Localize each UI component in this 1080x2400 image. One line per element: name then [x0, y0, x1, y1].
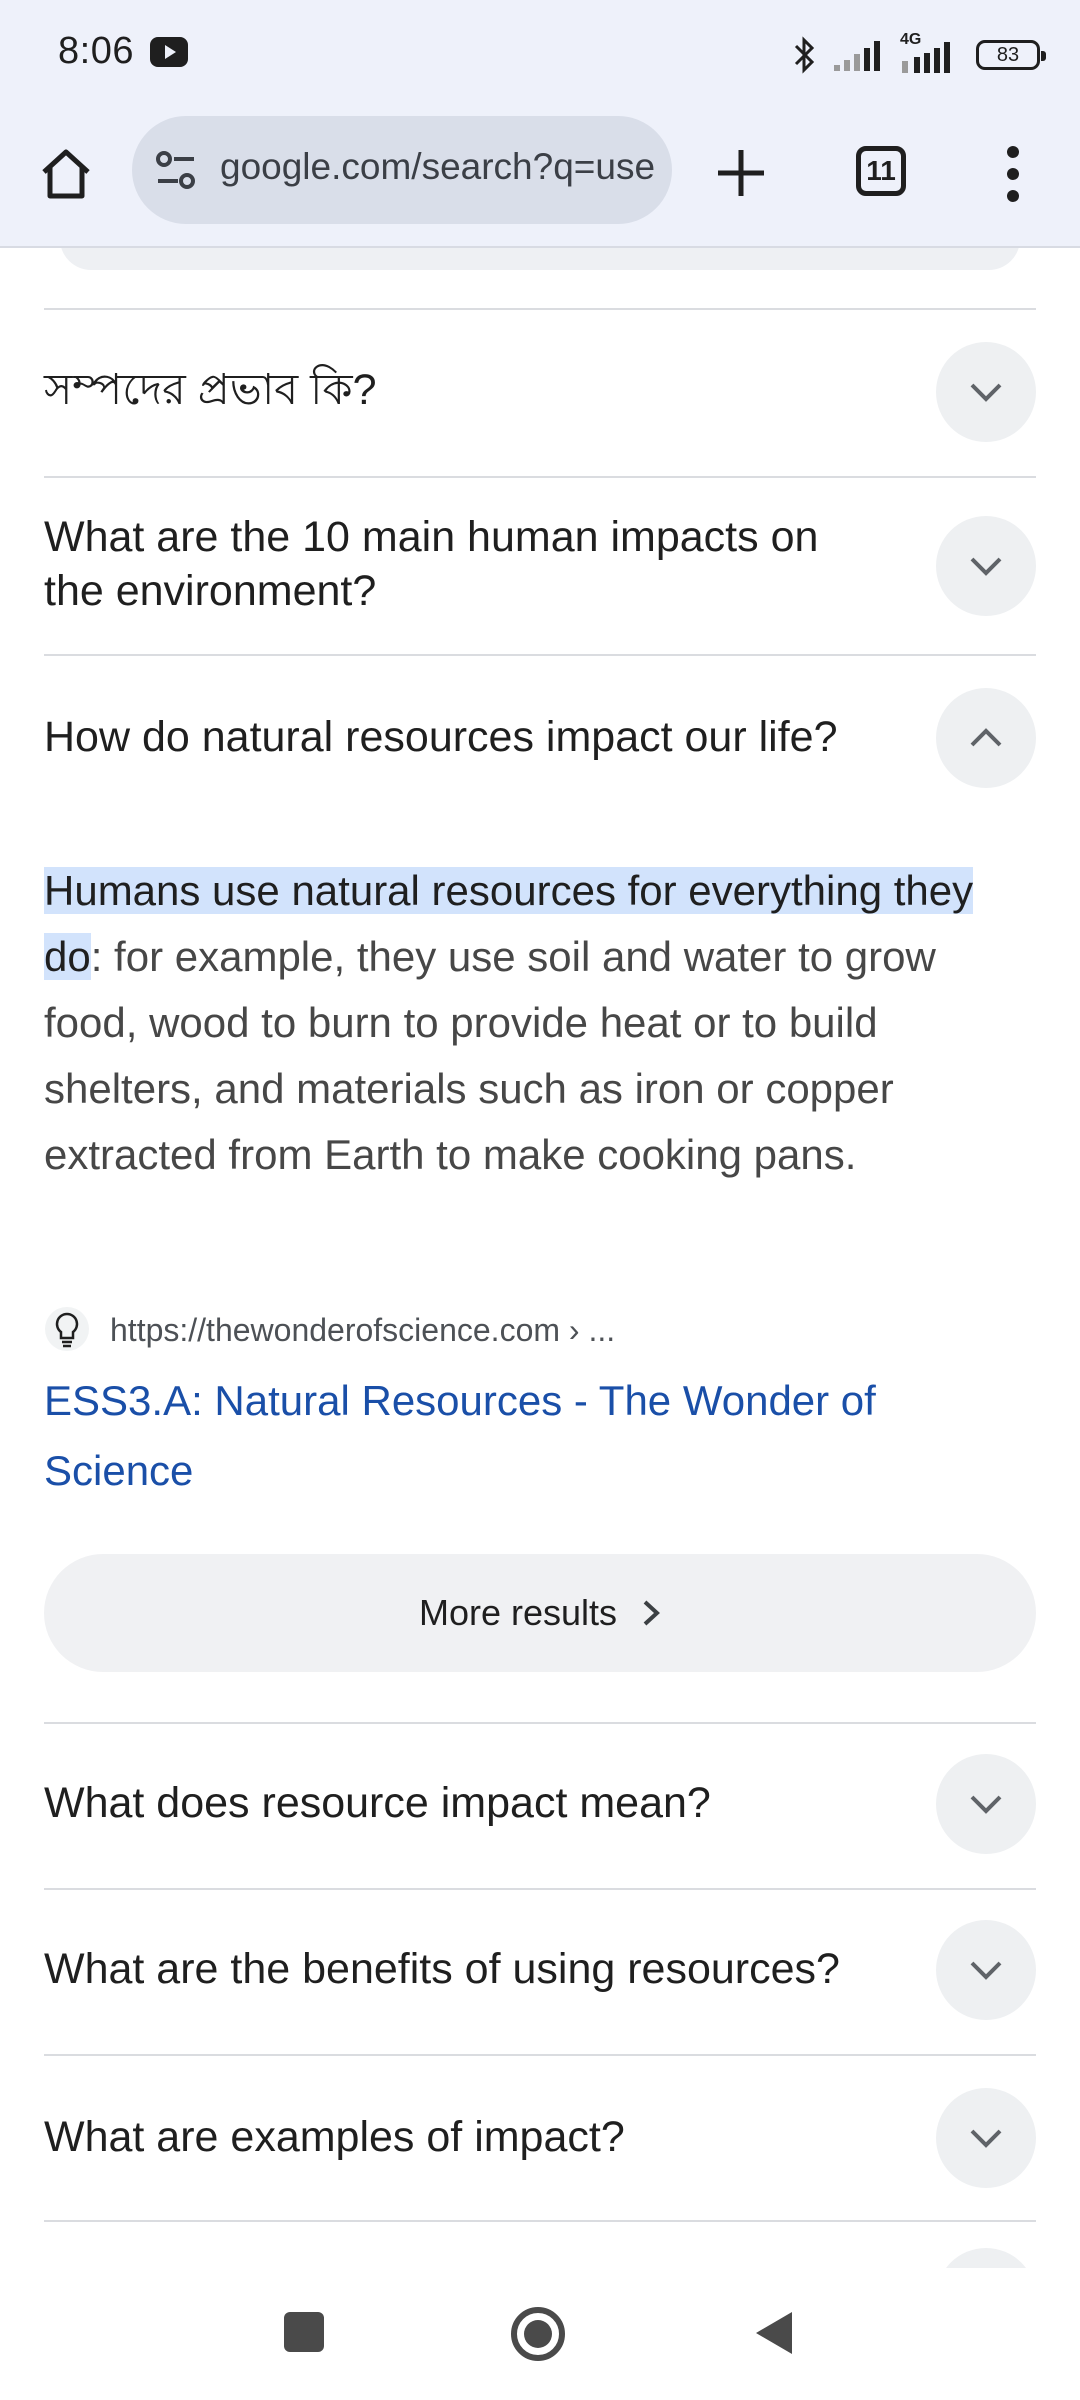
chevron-down-icon [970, 2129, 1002, 2148]
answer-snippet: Humans use natural resources for everyth… [44, 858, 1034, 1188]
youtube-icon [150, 37, 188, 67]
search-results: সম্পদের প্রভাব কি? What are the 10 main … [0, 248, 1080, 2268]
address-bar[interactable]: google.com/search?q=use [132, 116, 672, 224]
battery-level: 83 [996, 43, 1020, 66]
previous-card-edge [60, 248, 1020, 270]
url-text[interactable]: google.com/search?q=use [220, 146, 660, 188]
divider [44, 654, 1036, 656]
system-nav-bar [0, 2268, 1080, 2400]
tab-count: 11 [866, 155, 896, 186]
home-icon[interactable] [36, 144, 96, 204]
new-tab-plus-icon[interactable] [714, 146, 768, 200]
faq-question[interactable]: What are examples of impact? [44, 2110, 884, 2164]
status-bar: 8:06 4G 83 [0, 0, 1080, 108]
chevron-down-icon [970, 1795, 1002, 1814]
signal-icon [834, 41, 880, 71]
chevron-down-icon [970, 383, 1002, 402]
collapse-button[interactable] [936, 688, 1036, 788]
signal-4g-icon: 4G [898, 31, 962, 75]
status-time: 8:06 [58, 30, 134, 72]
divider [44, 1888, 1036, 1890]
status-icons: 4G 83 [792, 30, 1046, 80]
answer-text: : for example, they use soil and water t… [44, 933, 936, 1178]
more-results-label: More results [418, 1592, 618, 1633]
nav-back-icon[interactable] [752, 2308, 796, 2358]
divider [44, 476, 1036, 478]
nav-home-icon[interactable] [508, 2304, 568, 2364]
expand-button[interactable] [936, 1754, 1036, 1854]
expand-button[interactable] [936, 1920, 1036, 2020]
chevron-up-icon [970, 728, 1002, 747]
expand-button[interactable] [936, 516, 1036, 616]
expand-button[interactable] [936, 342, 1036, 442]
faq-question[interactable]: সম্পদের প্রভাব কি? [44, 363, 884, 417]
expand-button[interactable] [936, 2088, 1036, 2188]
bluetooth-icon [794, 36, 815, 74]
faq-question[interactable]: What does resource impact mean? [44, 1776, 884, 1830]
source-link[interactable]: ESS3.A: Natural Resources - The Wonder o… [44, 1366, 984, 1506]
divider [44, 308, 1036, 310]
divider [44, 1722, 1036, 1724]
source-url[interactable]: https://thewonderofscience.com › ... [110, 1312, 615, 1349]
faq-question[interactable]: How do natural resources impact our life… [44, 710, 884, 764]
nav-recents-icon[interactable] [284, 2312, 324, 2352]
browser-toolbar: google.com/search?q=use 11 [0, 108, 1080, 248]
lightbulb-icon [45, 1307, 89, 1351]
divider [44, 2054, 1036, 2056]
tune-icon[interactable] [152, 146, 200, 194]
next-item-button-edge [936, 2248, 1036, 2268]
faq-question[interactable]: What are the 10 main human impacts on th… [44, 510, 884, 618]
tab-switcher-button[interactable]: 11 [856, 146, 906, 196]
divider [44, 2220, 1036, 2222]
battery-icon: 83 [976, 40, 1046, 70]
chevron-down-icon [970, 557, 1002, 576]
chevron-right-icon [643, 1600, 660, 1626]
faq-question[interactable]: What are the benefits of using resources… [44, 1942, 884, 1996]
more-vert-icon[interactable] [998, 144, 1028, 204]
chevron-down-icon [970, 1961, 1002, 1980]
more-results-button[interactable]: More results [44, 1554, 1036, 1672]
